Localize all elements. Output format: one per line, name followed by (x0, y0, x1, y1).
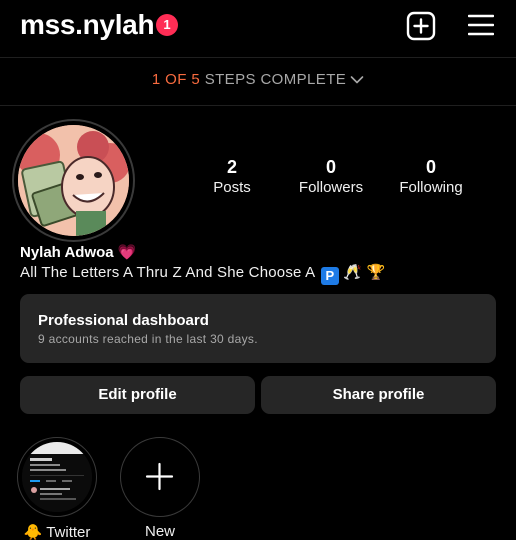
stat-posts[interactable]: 2 Posts (177, 156, 287, 198)
dashboard-title: Professional dashboard (38, 312, 209, 329)
steps-total-count: 5 (191, 71, 201, 88)
steps-done-count: 1 (151, 71, 161, 88)
steps-progress-banner[interactable]: 1 OF 5 STEPS COMPLETE (0, 58, 516, 104)
posts-label: Posts (213, 179, 251, 196)
new-highlight-button[interactable] (120, 437, 200, 517)
highlight-twitter-label: 🐥 Twitter (23, 524, 91, 540)
posts-count: 2 (226, 157, 237, 177)
followers-count: 0 (325, 157, 336, 177)
following-count: 0 (425, 157, 436, 177)
parking-badge-icon: P (320, 267, 339, 285)
plus-icon (145, 462, 174, 491)
bio-emojis: 🥂 🏆 (343, 264, 386, 281)
highlight-twitter[interactable]: 🐥 Twitter (17, 437, 97, 540)
notification-badge[interactable]: 1 (156, 14, 178, 36)
avatar-image (18, 125, 129, 236)
plus-square-icon[interactable] (406, 11, 436, 41)
highlight-new-label: New (144, 523, 175, 540)
dashboard-subtitle: 9 accounts reached in the last 30 days. (38, 332, 258, 346)
professional-dashboard-card[interactable]: Professional dashboard 9 accounts reache… (20, 294, 496, 363)
chevron-down-icon (350, 76, 364, 84)
hamburger-menu-icon[interactable] (468, 13, 494, 37)
highlight-twitter-thumbnail (22, 442, 92, 512)
steps-of-label: OF (165, 71, 187, 88)
avatar[interactable] (18, 125, 129, 236)
followers-label: Followers (298, 179, 364, 196)
highlight-new[interactable]: New (120, 437, 200, 540)
stat-followers[interactable]: 0 Followers (276, 156, 386, 198)
steps-divider (0, 105, 516, 106)
display-name: Nylah Adwoa 💗 (20, 244, 137, 261)
top-header: mss.nylah 1 (0, 0, 516, 56)
username-title[interactable]: mss.nylah (20, 9, 155, 41)
edit-profile-button[interactable]: Edit profile (20, 376, 255, 414)
bio-text: All The Letters A Thru Z And She Choose … (20, 264, 315, 281)
share-profile-button[interactable]: Share profile (261, 376, 496, 414)
stat-following[interactable]: 0 Following (376, 156, 486, 198)
steps-label: STEPS COMPLETE (204, 71, 347, 88)
profile-avatar-ring[interactable] (12, 119, 135, 242)
following-label: Following (399, 179, 463, 196)
highlight-twitter-ring (17, 437, 97, 517)
bio: All The Letters A Thru Z And She Choose … (20, 263, 385, 285)
